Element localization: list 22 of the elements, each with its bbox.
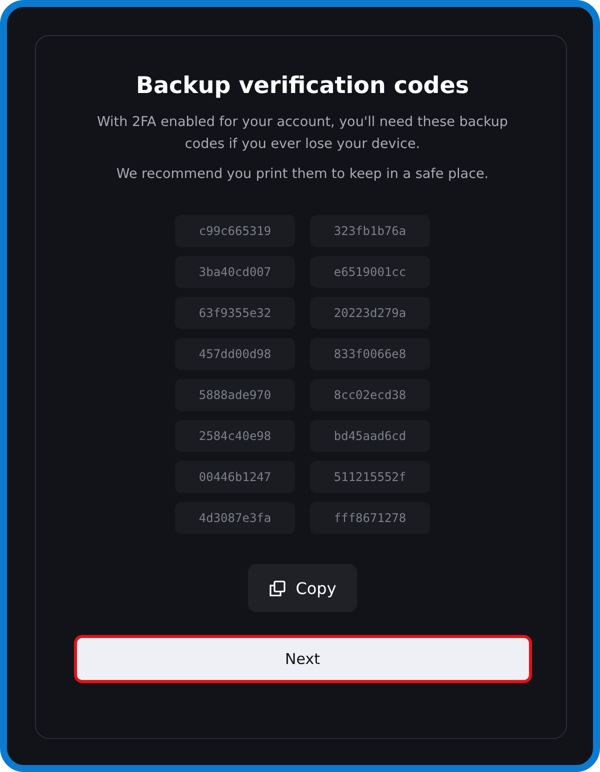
backup-code: 20223d279a: [310, 297, 430, 329]
backup-code: fff8671278: [310, 502, 430, 534]
backup-code: e6519001cc: [310, 256, 430, 288]
backup-code: bd45aad6cd: [310, 420, 430, 452]
backup-code: 511215552f: [310, 461, 430, 493]
backup-code: 2584c40e98: [175, 420, 295, 452]
backup-code: 5888ade970: [175, 379, 295, 411]
copy-button[interactable]: Copy: [248, 564, 357, 612]
recommendation-text: We recommend you print them to keep in a safe place.: [116, 165, 489, 184]
backup-code: 4d3087e3fa: [175, 502, 295, 534]
backup-code: c99c665319: [175, 215, 295, 247]
backup-code: 833f0066e8: [310, 338, 430, 370]
backup-code: 63f9355e32: [175, 297, 295, 329]
description-text: With 2FA enabled for your account, you'll need these backup codes if you ever lose your device.: [96, 113, 509, 154]
backup-code: 00446b1247: [175, 461, 295, 493]
next-button[interactable]: Next: [74, 635, 532, 683]
backup-code: 457dd00d98: [175, 338, 295, 370]
backup-code: 3ba40cd007: [175, 256, 295, 288]
copy-icon: [268, 580, 286, 596]
dialog-title: Backup verification codes: [136, 72, 470, 101]
backup-code: 8cc02ecd38: [310, 379, 430, 411]
backup-code: 323fb1b76a: [310, 215, 430, 247]
